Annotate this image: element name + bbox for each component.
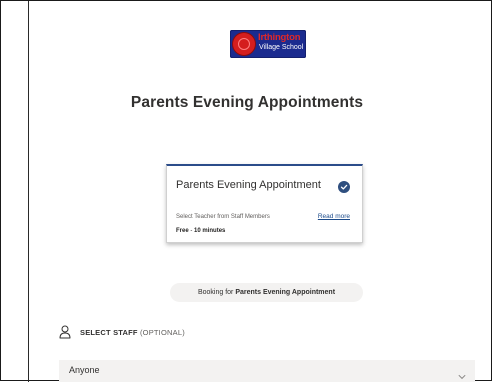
select-staff-label: SELECT STAFF (OPTIONAL) [80,328,185,337]
logo-text-line2: Village School [259,44,304,51]
logo-text-line1: Irthington [258,32,301,43]
booking-prefix: Booking for [197,289,236,296]
booking-page: Irthington Village School Parents Evenin… [0,0,492,382]
checkmark-circle-icon [338,181,350,193]
service-price-duration: Free - 10 minutes [176,228,225,234]
service-title: Parents Evening Appointment [176,179,321,191]
read-more-link[interactable]: Read more [318,213,350,220]
service-price: Free [176,228,189,234]
service-card[interactable]: Parents Evening Appointment Select Teach… [166,164,363,243]
chevron-down-icon [458,367,466,380]
optional-text: (OPTIONAL) [137,328,185,337]
staff-dropdown[interactable]: Anyone [59,360,475,382]
booking-service-name: Parents Evening Appointment [235,289,336,296]
staff-selected-value: Anyone [69,365,100,375]
service-description: Select Teacher from Staff Members [176,214,270,220]
select-staff-text: SELECT STAFF [80,328,138,337]
school-crest-icon [233,33,255,55]
person-icon [59,325,71,339]
service-duration: 10 minutes [194,228,226,234]
booking-for-badge: Booking for Parents Evening Appointment [170,283,363,302]
page-title: Parents Evening Appointments [130,94,364,111]
school-logo: Irthington Village School [230,30,306,58]
left-divider [28,1,29,382]
